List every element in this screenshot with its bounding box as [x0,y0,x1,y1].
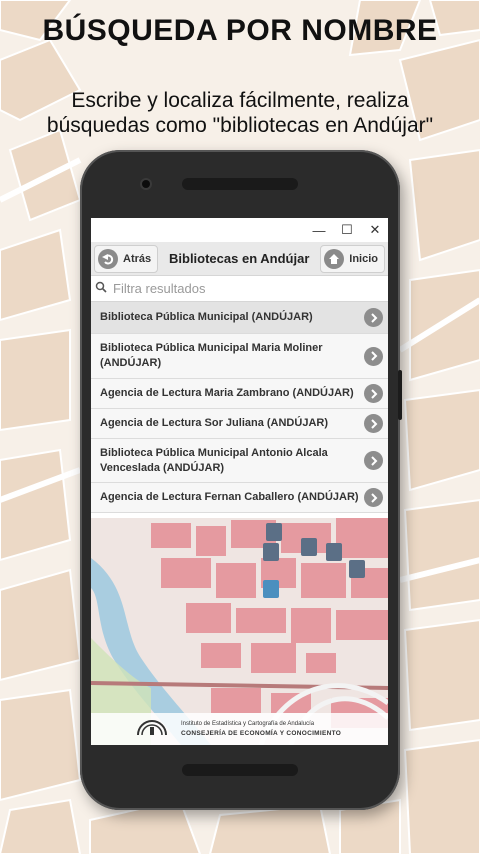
back-button-label: Atrás [123,252,152,265]
list-item[interactable]: Biblioteca Pública Municipal (ANDÚJAR) [91,302,388,334]
institution-logo-strip: Instituto de Estadística y Cartografía d… [91,713,388,745]
ministry-name: CONSEJERÍA DE ECONOMÍA Y CONOCIMIENTO [181,730,342,737]
earpiece-speaker [182,178,298,190]
list-item[interactable]: Agencia de Lectura Sor Juliana (ANDÚJAR) [91,409,388,439]
close-icon[interactable]: ✕ [368,222,382,238]
page-title: Bibliotecas en Andújar [169,251,310,266]
app-screen: — ☐ ✕ Atrás Bibliotecas en Andújar Inici… [91,218,388,745]
list-item-label: Biblioteca Pública Municipal Antonio Alc… [100,446,328,474]
maximize-icon[interactable]: ☐ [340,222,354,238]
list-item-label: Agencia de Lectura Maria Zambrano (ANDÚJ… [100,387,354,399]
chevron-right-icon [364,346,383,366]
promo-subtitle: Escribe y localiza fácilmente, realiza b… [46,89,434,137]
window-controls: — ☐ ✕ [91,218,388,242]
search-icon [95,280,107,298]
junta-andalucia-emblem-icon [137,720,167,736]
home-icon [324,248,345,269]
list-item-label: Biblioteca Pública Municipal (ANDÚJAR) [100,311,313,323]
bottom-speaker [182,764,298,776]
list-item-label: Agencia de Lectura Fernan Caballero (AND… [100,491,359,503]
back-button[interactable]: Atrás [94,244,159,273]
home-button[interactable]: Inicio [320,244,385,273]
chevron-right-icon [364,488,383,507]
power-button [398,370,402,420]
filter-input[interactable] [113,281,373,296]
back-arrow-icon [98,248,118,269]
chevron-right-icon [364,451,383,470]
chevron-right-icon [364,414,383,433]
map-view[interactable]: Instituto de Estadística y Cartografía d… [91,518,388,745]
header-toolbar: Atrás Bibliotecas en Andújar Inicio [91,242,388,276]
chevron-right-icon [364,384,383,403]
results-list: Biblioteca Pública Municipal (ANDÚJAR) B… [91,302,388,513]
front-camera [142,180,150,188]
minimize-icon[interactable]: — [312,223,326,238]
list-item[interactable]: Biblioteca Pública Municipal Maria Molin… [91,334,388,379]
list-item-label: Biblioteca Pública Municipal Maria Molin… [100,342,323,369]
list-item-label: Agencia de Lectura Sor Juliana (ANDÚJAR) [100,417,328,429]
promo-title: BÚSQUEDA POR NOMBRE [42,14,438,47]
home-button-label: Inicio [349,252,378,265]
map-canvas [91,518,388,745]
list-item[interactable]: Agencia de Lectura Maria Zambrano (ANDÚJ… [91,379,388,409]
institute-name: Instituto de Estadística y Cartografía d… [181,721,315,727]
list-item[interactable]: Agencia de Lectura Fernan Caballero (AND… [91,483,388,513]
chevron-right-icon [364,308,383,327]
filter-bar [91,276,388,302]
list-item[interactable]: Biblioteca Pública Municipal Antonio Alc… [91,439,388,483]
